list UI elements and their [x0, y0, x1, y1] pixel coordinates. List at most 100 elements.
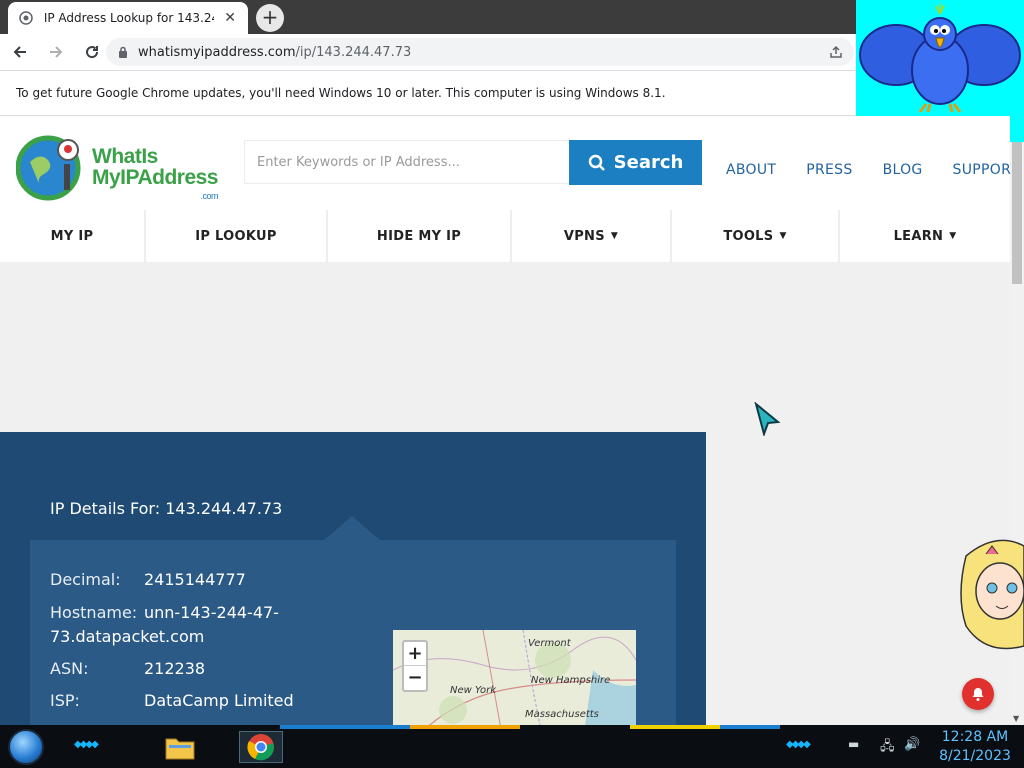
search-button[interactable]: Search	[569, 140, 702, 185]
detail-value: 73.datapacket.com	[50, 627, 205, 646]
reload-icon[interactable]	[76, 36, 108, 68]
taskbar-accent	[280, 725, 410, 729]
volume-icon[interactable]: 🔊	[904, 737, 920, 752]
scrollbar-thumb[interactable]	[1012, 142, 1022, 284]
tab-title: IP Address Lookup for 143.244.4	[43, 11, 214, 25]
desktop-screen: IP Address Lookup for 143.244.4 ✕ + what…	[0, 0, 1024, 768]
forward-icon[interactable]	[40, 36, 72, 68]
detail-value: DataCamp Limited	[144, 691, 294, 710]
detail-label: ISP:	[50, 691, 80, 710]
chrome-taskbar-icon[interactable]	[239, 731, 283, 763]
map-zoom-out-button[interactable]: −	[404, 666, 426, 690]
back-icon[interactable]	[4, 36, 36, 68]
logo-com: .com	[200, 191, 218, 201]
globe-logo-icon	[16, 135, 81, 201]
logo-line-1: WhatIs	[92, 145, 158, 168]
cartoon-character-icon	[960, 539, 1024, 650]
taskbar-accent	[630, 725, 720, 729]
caret-down-icon: ▼	[779, 231, 787, 241]
map-zoom-in-button[interactable]: +	[404, 642, 426, 666]
lock-icon[interactable]	[118, 46, 128, 58]
desktop-cartoon-character	[956, 536, 1024, 666]
clock-date: 8/21/2023	[939, 748, 1011, 764]
detail-row-hostname: Hostname: unn-143-244-47-	[50, 603, 279, 622]
browser-tab-active[interactable]: IP Address Lookup for 143.244.4 ✕	[8, 2, 248, 34]
map-label-new-york: New York	[450, 685, 497, 696]
detail-value: unn-143-244-47-	[144, 603, 279, 622]
nav-label: TOOLS	[723, 228, 774, 244]
search-icon	[588, 154, 605, 171]
chrome-update-infobar: To get future Google Chrome updates, you…	[0, 70, 856, 116]
mouse-cursor-icon	[754, 401, 782, 440]
notification-bell-button[interactable]	[962, 678, 994, 710]
logo-line-2: MyIPAddress	[92, 166, 219, 189]
detail-value: 212238	[144, 659, 206, 678]
share-icon[interactable]	[828, 44, 844, 64]
detail-row-asn: ASN: 212238	[50, 659, 205, 678]
logo-wordmark: WhatIs MyIPAddress .com	[92, 145, 219, 201]
url-path: /ip/143.244.47.73	[295, 44, 412, 60]
url-domain: whatismyipaddress.com	[138, 44, 296, 60]
main-navigation: MY IP IP LOOKUP HIDE MY IP VPNS ▼ TOOLS ▼ …	[0, 210, 1010, 262]
network-icon[interactable]: 🖧	[880, 737, 895, 759]
taskbar-accent	[410, 725, 520, 729]
taskbar-chevron-decoration: ◆◆◆◆	[74, 739, 99, 750]
detail-label: ASN:	[50, 659, 89, 678]
detail-row-isp: ISP: DataCamp Limited	[50, 691, 294, 710]
detail-label: Decimal:	[50, 570, 121, 589]
globe-icon	[18, 10, 34, 26]
caret-down-icon: ▼	[610, 231, 619, 241]
detail-row-decimal: Decimal: 2415144777	[50, 570, 246, 589]
webpage: WhatIs MyIPAddress .com Search ABOUT PRE…	[0, 116, 1010, 725]
detail-row-hostname-cont: 73.datapacket.com	[50, 627, 204, 646]
nav-learn[interactable]: LEARN ▼	[840, 210, 1010, 262]
scroll-down-arrow-icon[interactable]: ▼	[1013, 714, 1019, 723]
nav-my-ip[interactable]: MY IP	[0, 210, 146, 262]
nav-label: VPNS	[563, 228, 605, 244]
browser-toolbar: whatismyipaddress.com/ip/143.244.47.73	[0, 34, 856, 70]
taskbar-clock[interactable]: 12:28 AM 8/21/2023	[930, 728, 1020, 766]
new-tab-button[interactable]: +	[256, 4, 284, 32]
start-button[interactable]	[8, 729, 44, 765]
url-text: whatismyipaddress.com/ip/143.244.47.73	[138, 45, 411, 60]
windows-taskbar: ◆◆◆◆ ◆◆◆◆ ▬ 🖧 🔊 12:28 AM 8/21/2023	[0, 725, 1024, 768]
nav-tools[interactable]: TOOLS ▼	[672, 210, 840, 262]
caret-down-icon: ▼	[949, 231, 957, 241]
bell-icon	[972, 688, 984, 701]
infobar-message: To get future Google Chrome updates, you…	[16, 86, 666, 100]
taskbar-accent	[720, 725, 780, 729]
link-about[interactable]: ABOUT	[726, 162, 776, 178]
search-input[interactable]	[244, 140, 570, 184]
tray-flag-icon[interactable]: ▬	[848, 737, 859, 751]
map-zoom-control: + −	[402, 640, 428, 692]
file-explorer-icon[interactable]	[162, 731, 198, 763]
map-label-new-hampshire: New Hampshire	[531, 675, 611, 686]
link-support[interactable]: SUPPORT	[953, 162, 1010, 178]
nav-hide-my-ip[interactable]: HIDE MY IP	[328, 210, 512, 262]
top-links: ABOUT PRESS BLOG SUPPORT	[726, 162, 1010, 178]
nav-label: MY IP	[50, 228, 94, 244]
nav-label: LEARN	[893, 228, 944, 244]
detail-value: 2415144777	[144, 570, 246, 589]
nav-vpns[interactable]: VPNS ▼	[512, 210, 672, 262]
search-button-label: Search	[613, 152, 684, 173]
site-logo[interactable]: WhatIs MyIPAddress .com	[16, 134, 226, 204]
link-press[interactable]: PRESS	[806, 162, 852, 178]
link-blog[interactable]: BLOG	[883, 162, 923, 178]
ip-details-panel: IP Details For: 143.244.47.73 Decimal: 24…	[0, 432, 706, 725]
nav-label: IP LOOKUP	[195, 228, 277, 244]
location-map[interactable]: + − Vermont New Hampshire New York Massa…	[393, 630, 636, 725]
ip-details-heading: IP Details For: 143.244.47.73	[50, 499, 283, 518]
map-label-vermont: Vermont	[528, 638, 571, 649]
clock-time: 12:28 AM	[941, 729, 1009, 745]
site-header: WhatIs MyIPAddress .com Search ABOUT PRE…	[0, 116, 1010, 210]
taskbar-chevron-decoration: ◆◆◆◆	[786, 739, 811, 750]
nav-label: HIDE MY IP	[376, 228, 462, 244]
ip-details-card: Decimal: 2415144777 Hostname: unn-143-244-…	[30, 540, 676, 725]
map-label-massachusetts: Massachusetts	[525, 709, 599, 720]
panel-notch	[324, 516, 380, 540]
close-tab-icon[interactable]: ✕	[222, 10, 238, 26]
address-bar[interactable]: whatismyipaddress.com/ip/143.244.47.73	[106, 38, 854, 66]
nav-ip-lookup[interactable]: IP LOOKUP	[146, 210, 328, 262]
detail-label: Hostname:	[50, 603, 138, 622]
